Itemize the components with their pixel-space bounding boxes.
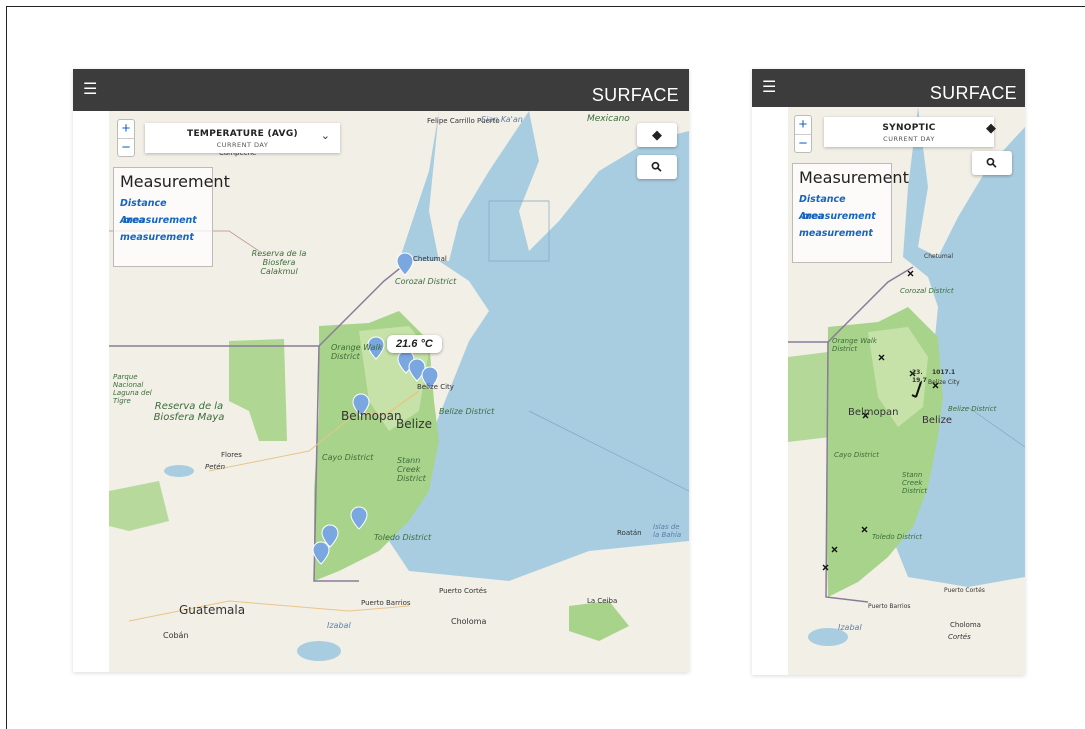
label-puerto-barrios-mobile: Puerto Barrios: [868, 603, 911, 610]
zoom-out-button[interactable]: −: [118, 138, 134, 156]
layers-button[interactable]: ◆: [637, 123, 677, 147]
label-belmopan-mobile: Belmopan: [848, 407, 899, 418]
label-parque: Parque Nacional Laguna del Tigre: [113, 373, 152, 405]
search-button[interactable]: ⚲: [637, 155, 677, 179]
measure-area-link[interactable]: Areameasurement: [114, 215, 212, 226]
label-stann-mobile: Stann Creek District: [902, 471, 928, 495]
area-overlap-text: measurement: [801, 211, 876, 222]
label-corozal-mobile: Corozal District: [900, 287, 954, 295]
app-bar-mobile: ☰ SURFACE: [752, 69, 1025, 107]
variable-selector[interactable]: TEMPERATURE (AVG) CURRENT DAY ⌄: [145, 123, 340, 153]
label-belmopan: Belmopan: [341, 409, 402, 423]
selector-title-mobile: SYNOPTIC: [882, 123, 936, 133]
label-izabal-mobile: Izabal: [838, 623, 862, 632]
label-belize-city-mobile: Belize City: [928, 379, 960, 386]
search-icon: ⚲: [982, 153, 1001, 172]
label-puerto-cortes-mobile: Puerto Cortés: [944, 587, 985, 594]
desktop-app-window: ☰ SURFACE Felipe Carrillo Puerto Sian Ka…: [73, 69, 689, 672]
label-belize-mobile: Belize: [922, 415, 952, 426]
search-button-mobile[interactable]: ⚲: [972, 151, 1012, 175]
measure-area-link[interactable]: Areameasurement: [793, 211, 891, 222]
selector-subtitle: CURRENT DAY: [216, 141, 269, 149]
area-overlap-text: measurement: [122, 215, 197, 226]
left-white-strip: [73, 111, 109, 672]
label-orange-walk: Orange Walk District: [331, 343, 383, 361]
layers-icon: ◆: [986, 120, 996, 135]
map-canvas-mobile[interactable]: 23. 19.7 1017.1 Chetumal Corozal Distric…: [788, 107, 1025, 675]
label-coban: Cobán: [163, 631, 189, 640]
label-chetumal: Chetumal: [413, 255, 447, 263]
left-white-strip-mobile: [752, 107, 788, 675]
label-reserva-calakmul: Reserva de la Biosfera Calakmul: [251, 249, 307, 276]
label-stann: Stann Creek District: [397, 456, 426, 483]
app-bar: ☰ SURFACE: [73, 69, 689, 111]
measure-text-link[interactable]: measurement: [114, 232, 212, 243]
obs-pressure: 1017.1: [932, 369, 956, 376]
label-mexicano: Mexicano: [587, 114, 630, 124]
label-choloma-mobile: Choloma: [950, 621, 981, 629]
label-islas: Islas de la Bahía: [653, 523, 682, 539]
label-orange-walk-mobile: Orange Walk District: [832, 337, 877, 353]
measurement-panel-mobile: Measurement Distance Areameasurement mea…: [792, 163, 909, 263]
layers-button-mobile[interactable]: ◆: [974, 117, 1008, 139]
label-belize: Belize: [396, 417, 432, 431]
brand-title-mobile: SURFACE: [929, 83, 1017, 103]
label-sian-kaan: Sian Ka'an: [481, 115, 523, 124]
label-la-ceiba: La Ceiba: [587, 597, 618, 605]
layers-icon: ◆: [652, 127, 662, 142]
obs-temperature: 23.: [912, 369, 923, 376]
label-toledo-mobile: Toledo District: [872, 533, 923, 541]
label-belize-city: Belize City: [417, 383, 454, 391]
measurement-title-mobile: Measurement: [799, 168, 909, 187]
label-chetumal-mobile: Chetumal: [924, 253, 954, 260]
label-belize-district-mobile: Belize District: [948, 405, 997, 413]
label-belize-district: Belize District: [439, 407, 495, 416]
label-toledo: Toledo District: [374, 533, 432, 542]
brand-title: SURFACE: [591, 85, 679, 105]
search-icon: ⚲: [647, 157, 666, 176]
label-corozal: Corozal District: [395, 277, 457, 286]
zoom-control-mobile: + −: [794, 115, 812, 153]
measure-text-link[interactable]: measurement: [793, 228, 891, 239]
selector-title: TEMPERATURE (AVG): [187, 129, 298, 139]
map-canvas[interactable]: Felipe Carrillo Puerto Sian Ka'an Mexica…: [109, 111, 689, 672]
label-cortes-mobile: Cortés: [948, 633, 971, 641]
label-guatemala: Guatemala: [179, 603, 246, 617]
measure-distance-link[interactable]: Distance: [114, 198, 212, 209]
measurement-panel: Measurement Distance Areameasurement mea…: [113, 167, 230, 267]
label-cayo: Cayo District: [322, 453, 374, 462]
mobile-app-window: ☰ SURFACE 23. 19.7 1017.1 Chetumal Coroz…: [752, 69, 1025, 675]
label-puerto-cortes: Puerto Cortés: [439, 587, 487, 595]
label-peten: Petén: [205, 463, 226, 471]
label-roatan: Roatán: [617, 529, 642, 537]
label-reserva-maya: Reserva de la Biosfera Maya: [153, 401, 225, 423]
variable-selector-mobile[interactable]: SYNOPTIC CURRENT DAY: [824, 117, 994, 147]
chevron-down-icon: ⌄: [320, 130, 330, 142]
zoom-control: + −: [117, 119, 135, 157]
zoom-in-button[interactable]: +: [795, 116, 811, 134]
zoom-out-button[interactable]: −: [795, 134, 811, 152]
hamburger-menu-icon[interactable]: ☰: [762, 80, 776, 96]
label-izabal: Izabal: [327, 621, 351, 630]
obs-dewpoint: 19.7: [912, 377, 927, 384]
label-puerto-barrios: Puerto Barrios: [361, 599, 411, 607]
label-choloma: Choloma: [451, 617, 487, 626]
hamburger-menu-icon[interactable]: ☰: [83, 82, 97, 98]
label-cayo-mobile: Cayo District: [834, 451, 879, 459]
label-flores: Flores: [221, 451, 242, 459]
value-tooltip: 21.6 °C: [387, 335, 442, 353]
measurement-title: Measurement: [120, 172, 230, 191]
selector-subtitle-mobile: CURRENT DAY: [883, 135, 935, 143]
zoom-in-button[interactable]: +: [118, 120, 134, 138]
measure-distance-link[interactable]: Distance: [793, 194, 891, 205]
